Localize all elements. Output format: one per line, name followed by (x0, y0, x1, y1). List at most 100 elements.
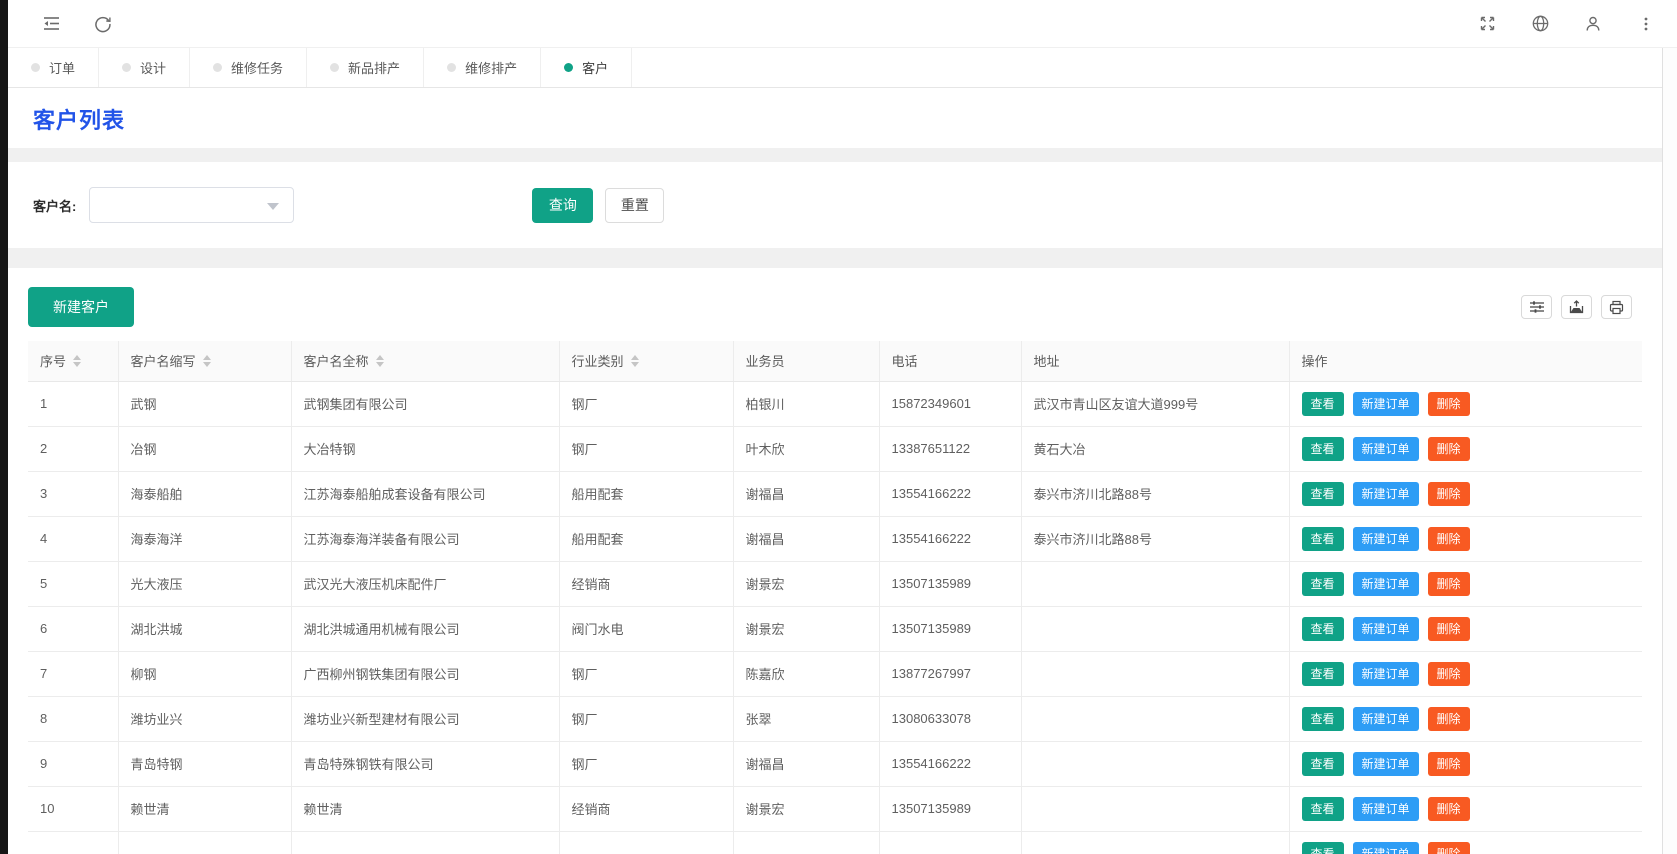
cell-industry: 船用配套 (558, 471, 734, 517)
sort-caret-icon[interactable] (202, 354, 211, 367)
delete-button[interactable]: 删除 (1427, 796, 1470, 821)
reset-button[interactable]: 重置 (605, 187, 665, 223)
cell-salesperson: 谢景宏 (732, 786, 880, 832)
tab-维修排产[interactable]: 维修排产 (424, 48, 542, 87)
delete-button[interactable]: 删除 (1427, 481, 1470, 506)
table-row: 4 海泰海洋 江苏海泰海洋装备有限公司 船用配套 谢福昌 13554166222 泰兴市济川… (28, 516, 1642, 562)
cell-abbr (117, 831, 292, 854)
cell-phone: 13554166222 (878, 471, 1022, 517)
new-order-button[interactable]: 新建订单 (1352, 706, 1419, 731)
cell-salesperson: 谢福昌 (732, 516, 880, 562)
tab-维修任务[interactable]: 维修任务 (190, 48, 308, 87)
cell-address (1020, 786, 1290, 832)
view-button[interactable]: 查看 (1301, 526, 1344, 551)
column-settings-button[interactable] (1521, 295, 1552, 319)
delete-button[interactable]: 删除 (1427, 661, 1470, 686)
cell-seq: 5 (28, 561, 119, 607)
cell-full_name: 江苏海泰海洋装备有限公司 (290, 516, 560, 562)
user-icon[interactable] (1576, 7, 1610, 41)
new-order-button[interactable]: 新建订单 (1352, 661, 1419, 686)
cell-phone (878, 831, 1022, 854)
delete-button[interactable]: 删除 (1427, 706, 1470, 731)
view-button[interactable]: 查看 (1301, 436, 1344, 461)
view-button[interactable]: 查看 (1301, 616, 1344, 641)
cell-seq (28, 831, 119, 854)
cell-seq: 2 (28, 426, 119, 472)
cell-address (1020, 651, 1290, 697)
new-order-button[interactable]: 新建订单 (1352, 751, 1419, 776)
collapsed-sidebar (0, 0, 8, 854)
new-order-button[interactable]: 新建订单 (1352, 841, 1419, 854)
delete-button[interactable]: 删除 (1427, 526, 1470, 551)
cell-seq: 7 (28, 651, 119, 697)
cell-salesperson: 谢景宏 (732, 606, 880, 652)
tab-客户[interactable]: 客户 (541, 48, 633, 87)
app-window: 订单 设计 维修任务 新品排产 维修排产 客户 客户列表 客户名: 查询 重置 (8, 0, 1677, 854)
tab-新品排产[interactable]: 新品排产 (307, 48, 425, 87)
sort-caret-icon[interactable] (73, 354, 82, 367)
cell-full_name: 赖世清 (290, 786, 560, 832)
delete-button[interactable]: 删除 (1427, 571, 1470, 596)
cell-salesperson: 谢福昌 (732, 471, 880, 517)
cell-address (1020, 561, 1290, 607)
view-button[interactable]: 查看 (1301, 751, 1344, 776)
view-button[interactable]: 查看 (1301, 481, 1344, 506)
tab-设计[interactable]: 设计 (99, 48, 191, 87)
cell-salesperson: 陈嘉欣 (732, 651, 880, 697)
delete-button[interactable]: 删除 (1427, 436, 1470, 461)
topbar (8, 0, 1677, 48)
cell-industry: 经销商 (558, 561, 734, 607)
column-header-label: 业务员 (745, 354, 785, 370)
customer-name-select[interactable] (89, 187, 295, 223)
print-button[interactable] (1601, 295, 1632, 319)
new-customer-button[interactable]: 新建客户 (28, 287, 134, 327)
more-menu-icon[interactable] (1629, 7, 1663, 41)
scrollbar-track[interactable] (1662, 48, 1677, 854)
cell-seq: 8 (28, 696, 119, 742)
cell-phone: 13387651122 (878, 426, 1022, 472)
new-order-button[interactable]: 新建订单 (1352, 481, 1419, 506)
delete-button[interactable]: 删除 (1427, 391, 1470, 416)
column-header-label: 客户名缩写 (130, 354, 196, 370)
new-order-button[interactable]: 新建订单 (1352, 571, 1419, 596)
sort-caret-icon[interactable] (630, 354, 639, 367)
cell-full_name: 广西柳州钢铁集团有限公司 (290, 651, 560, 697)
refresh-icon[interactable] (86, 7, 120, 41)
view-button[interactable]: 查看 (1301, 661, 1344, 686)
filter-card: 客户名: 查询 重置 (8, 162, 1662, 248)
sort-caret-icon[interactable] (375, 354, 384, 367)
cell-seq: 3 (28, 471, 119, 517)
view-button[interactable]: 查看 (1301, 841, 1344, 854)
cell-salesperson: 张翠 (732, 696, 880, 742)
new-order-button[interactable]: 新建订单 (1352, 796, 1419, 821)
column-header: 操作 (1288, 341, 1642, 382)
tab-label: 客户 (582, 61, 609, 76)
cell-abbr: 湖北洪城 (117, 606, 292, 652)
cell-actions: 查看 新建订单 删除 (1288, 606, 1642, 652)
new-order-button[interactable]: 新建订单 (1352, 616, 1419, 641)
new-order-button[interactable]: 新建订单 (1352, 526, 1419, 551)
view-button[interactable]: 查看 (1301, 391, 1344, 416)
delete-button[interactable]: 删除 (1427, 616, 1470, 641)
view-button[interactable]: 查看 (1301, 571, 1344, 596)
menu-fold-icon[interactable] (34, 7, 68, 41)
table-row: 10 赖世清 赖世清 经销商 谢景宏 13507135989 查看 新建订单 删除 (28, 786, 1642, 832)
new-order-button[interactable]: 新建订单 (1352, 391, 1419, 416)
delete-button[interactable]: 删除 (1427, 751, 1470, 776)
tab-订单[interactable]: 订单 (8, 48, 100, 87)
fullscreen-icon[interactable] (1470, 7, 1504, 41)
cell-abbr: 柳钢 (117, 651, 292, 697)
view-button[interactable]: 查看 (1301, 706, 1344, 731)
query-button[interactable]: 查询 (532, 187, 594, 223)
cell-actions: 查看 新建订单 删除 (1288, 516, 1642, 562)
globe-icon[interactable] (1523, 7, 1557, 41)
cell-salesperson: 叶木欣 (732, 426, 880, 472)
view-button[interactable]: 查看 (1301, 796, 1344, 821)
cell-address (1020, 696, 1290, 742)
new-order-button[interactable]: 新建订单 (1352, 436, 1419, 461)
table-row: 7 柳钢 广西柳州钢铁集团有限公司 钢厂 陈嘉欣 13877267997 查看 新建订单 删除 (28, 651, 1642, 697)
cell-full_name: 武钢集团有限公司 (290, 381, 560, 427)
customer-table: 序号 客户名缩写 客户名全称 行业类别 业务员 电话 地址 操作 1 武钢 武钢集团有限公司 钢厂柏… (28, 341, 1642, 854)
export-button[interactable] (1561, 295, 1592, 319)
delete-button[interactable]: 删除 (1427, 841, 1470, 854)
